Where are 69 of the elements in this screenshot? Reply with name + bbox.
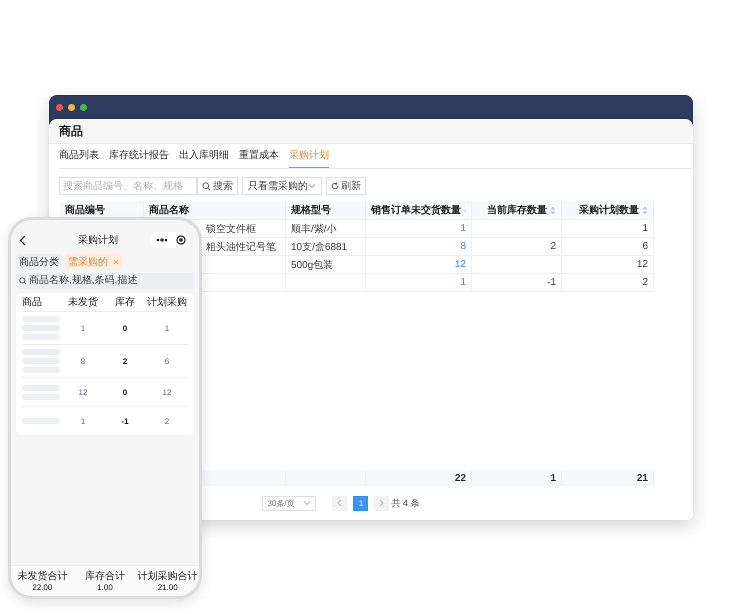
total-value: 1 bbox=[550, 472, 556, 484]
table-cell-text: 2 bbox=[164, 416, 170, 426]
page-title: 商品 bbox=[59, 122, 83, 140]
column-header: 未发货 bbox=[67, 296, 99, 309]
total-value: 1.00 bbox=[97, 582, 113, 592]
total-value: 21.00 bbox=[158, 582, 178, 592]
tab[interactable]: 库存统计报告 bbox=[109, 148, 169, 168]
close-window-button[interactable] bbox=[56, 104, 63, 110]
total-label: 库存合计 bbox=[85, 570, 125, 582]
screen-title: 采购计划 bbox=[77, 234, 119, 247]
table-cell-text: 6 bbox=[164, 356, 170, 366]
table-cell-text: 粗头油性记号笔 bbox=[206, 240, 276, 254]
column-header: 计划采购 bbox=[146, 296, 188, 309]
chevron-right-icon bbox=[379, 499, 384, 507]
chevron-left-icon bbox=[337, 499, 342, 507]
filter-dropdown[interactable]: 只看需采购的 bbox=[242, 177, 322, 195]
chevron-down-icon bbox=[303, 500, 312, 506]
column-header: 当前库存数量 bbox=[472, 201, 562, 219]
table-cell: 6 bbox=[642, 241, 648, 252]
total-label: 计划采购合计 bbox=[138, 570, 198, 582]
chevron-down-icon bbox=[308, 183, 316, 189]
previous-page-button[interactable] bbox=[332, 496, 348, 510]
search-field[interactable]: 搜索商品编号、名称、规格 bbox=[59, 177, 197, 195]
column-header: 销售订单未交货数量 bbox=[366, 201, 472, 219]
tab[interactable]: 重置成本 bbox=[239, 148, 279, 168]
search-icon bbox=[19, 277, 27, 285]
table-cell-text: 1 bbox=[80, 324, 86, 332]
close-icon[interactable] bbox=[113, 259, 119, 265]
total-count: 共 4 条 bbox=[391, 496, 420, 510]
target-icon[interactable] bbox=[176, 235, 186, 245]
tab[interactable]: 商品列表 bbox=[59, 148, 99, 168]
table-cell-text: 2 bbox=[122, 356, 128, 366]
total-value: 22 bbox=[454, 472, 466, 484]
maximize-window-button[interactable] bbox=[80, 104, 87, 110]
refresh-button[interactable]: 刷新 bbox=[326, 177, 366, 195]
table-cell-text: 10支/盒6881 bbox=[291, 240, 348, 254]
table-cell-text: 12 bbox=[78, 388, 88, 396]
column-header: 规格型号 bbox=[286, 201, 366, 219]
column-header: 采购计划数量 bbox=[562, 201, 654, 219]
column-header: 商品 bbox=[22, 296, 43, 309]
column-header: 库存 bbox=[114, 296, 136, 309]
table-cell-text: 1 bbox=[80, 416, 86, 426]
table-cell: 12 bbox=[636, 259, 648, 270]
filter-chip[interactable]: 商品分类 bbox=[16, 254, 62, 270]
search-icon bbox=[202, 182, 211, 190]
minimize-window-button[interactable] bbox=[68, 104, 75, 110]
table-cell: 2 bbox=[550, 241, 556, 252]
back-icon[interactable] bbox=[19, 234, 26, 246]
next-page-button[interactable] bbox=[374, 496, 390, 510]
table-cell-text: 1 bbox=[164, 324, 170, 332]
total-value: 21 bbox=[636, 472, 648, 484]
total-value: 22.00 bbox=[32, 582, 52, 592]
table-cell: -1 bbox=[547, 277, 556, 288]
total-label: 未发货合计 bbox=[17, 570, 68, 582]
page-size-dropdown[interactable]: 30条/页 bbox=[262, 496, 316, 510]
table-cell-text: 0 bbox=[122, 324, 128, 332]
table-cell-text: 顺丰/紫/小 bbox=[291, 222, 337, 236]
tab[interactable]: 出入库明细 bbox=[179, 148, 229, 168]
more-icon[interactable] bbox=[156, 238, 168, 242]
table-cell: 1 bbox=[642, 223, 648, 234]
table-cell: 2 bbox=[642, 277, 648, 288]
refresh-icon bbox=[331, 182, 339, 190]
table-cell-text: 12 bbox=[162, 388, 172, 396]
table-cell-text: 8 bbox=[80, 356, 86, 366]
table-cell-text: 500g包装 bbox=[291, 258, 334, 272]
search-button[interactable]: 搜索 bbox=[197, 177, 238, 195]
table-cell-text: -1 bbox=[120, 416, 130, 426]
table-cell-text: 0 bbox=[122, 388, 128, 396]
table-cell-text: 锁空文件框 bbox=[206, 222, 256, 236]
